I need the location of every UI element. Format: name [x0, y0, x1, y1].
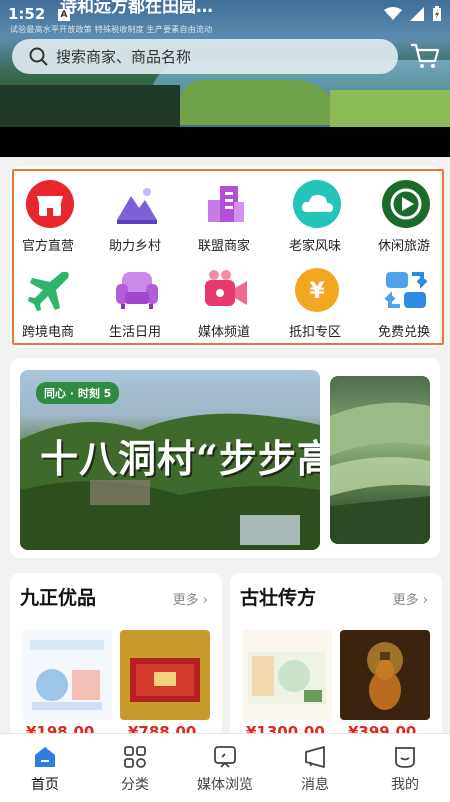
- tab-label: 媒体浏览: [197, 777, 253, 793]
- category-hometown[interactable]: 老家风味: [275, 172, 355, 254]
- product-image: [367, 642, 403, 710]
- tab-home[interactable]: 首页: [0, 734, 90, 802]
- product-thumb[interactable]: [120, 630, 210, 720]
- svg-text:¥: ¥: [309, 279, 325, 304]
- more-link[interactable]: 更多 ›: [393, 589, 428, 608]
- terrace-landscape: [330, 402, 430, 544]
- tab-category[interactable]: 分类: [90, 734, 180, 802]
- tab-label: 分类: [121, 777, 149, 793]
- category-label: 联盟商家: [197, 239, 250, 254]
- wifi-icon: [384, 7, 402, 20]
- home-icon: [35, 747, 55, 767]
- hero-field: [180, 80, 340, 125]
- yen-coin-icon: ¥: [295, 268, 339, 312]
- category-deduction[interactable]: ¥ 抵扣专区: [275, 258, 355, 340]
- banner-title: 十八洞村“步步高”: [40, 436, 320, 481]
- category-label: 助力乡村: [108, 239, 161, 254]
- section-jiuzheng: 九正优品 更多 › ¥198.00 ¥788.00: [10, 573, 222, 743]
- product-image: [130, 658, 200, 702]
- media-icon: [214, 746, 236, 768]
- notification-a-icon: A: [58, 9, 70, 21]
- signal-icon: [410, 7, 424, 21]
- category-daily[interactable]: 生活日用: [95, 258, 175, 340]
- more-link[interactable]: 更多 ›: [173, 589, 208, 608]
- search-placeholder: 搜索商家、商品名称: [56, 48, 192, 66]
- hero-bottom-strip: [0, 127, 450, 157]
- play-icon: [382, 180, 430, 228]
- category-crossborder[interactable]: 跨境电商: [8, 258, 88, 340]
- category-leisure[interactable]: 休闲旅游: [364, 172, 444, 254]
- banner-next-slide[interactable]: [330, 376, 430, 544]
- category-label: 生活日用: [108, 325, 161, 340]
- hero-title: 诗和远方都在田园…: [60, 0, 213, 17]
- product-thumb[interactable]: [242, 630, 332, 720]
- section-title: 古壮传方: [240, 587, 317, 609]
- category-label: 跨境电商: [21, 325, 74, 340]
- battery-icon: [433, 6, 441, 21]
- grid-icon: [124, 746, 146, 768]
- plane-icon: [28, 272, 69, 311]
- tab-label: 首页: [31, 777, 59, 793]
- category-official[interactable]: 官方直营: [8, 172, 88, 254]
- section-title: 九正优品: [20, 587, 97, 609]
- status-icons: [384, 6, 442, 22]
- buildings-icon: [208, 186, 244, 222]
- product-thumb[interactable]: [340, 630, 430, 720]
- search-icon: [29, 47, 48, 66]
- sofa-icon: [116, 272, 158, 309]
- profile-icon: [395, 747, 415, 768]
- product-thumb[interactable]: [22, 630, 112, 720]
- mountain-icon: [117, 188, 157, 224]
- cloud-icon: [293, 180, 341, 228]
- category-label: 休闲旅游: [377, 239, 430, 254]
- search-bar[interactable]: 搜索商家、商品名称: [12, 39, 398, 74]
- exchange-icon: [384, 272, 428, 308]
- banner-tag: 同心 · 时刻 5: [36, 382, 120, 404]
- category-exchange[interactable]: 免费兑换: [364, 258, 444, 340]
- hero-field-2: [330, 90, 450, 127]
- tab-label: 我的: [391, 777, 419, 793]
- category-label: 老家风味: [288, 239, 341, 254]
- product-image: [30, 640, 104, 710]
- category-label: 免费兑换: [377, 325, 430, 340]
- tab-profile[interactable]: 我的: [360, 734, 450, 802]
- tab-label: 消息: [301, 777, 329, 793]
- tab-messages[interactable]: 消息: [270, 734, 360, 802]
- product-image: [248, 652, 326, 704]
- bottom-tab-bar: 首页 分类 媒体浏览 消息 我的: [0, 733, 450, 802]
- category-label: 抵扣专区: [288, 325, 341, 340]
- status-time: 1:52: [8, 5, 46, 23]
- store-icon: [26, 180, 74, 228]
- category-village[interactable]: 助力乡村: [95, 172, 175, 254]
- tab-media[interactable]: 媒体浏览: [180, 734, 270, 802]
- category-alliance[interactable]: 联盟商家: [184, 172, 264, 254]
- category-label: 媒体频道: [197, 325, 250, 340]
- camera-icon: [205, 270, 247, 306]
- category-label: 官方直营: [21, 239, 74, 254]
- section-guzhuang: 古壮传方 更多 › ¥1300.00 ¥399.00: [230, 573, 442, 743]
- hero-shadow: [0, 85, 180, 127]
- hero-subtitle: 试验最高水平开放政策 特殊税收制度 生产要素自由流动: [10, 25, 213, 34]
- cart-icon[interactable]: [409, 40, 441, 72]
- message-icon: [305, 746, 325, 768]
- category-media[interactable]: 媒体频道: [184, 258, 264, 340]
- banner-main-slide[interactable]: 同心 · 时刻 5 十八洞村“步步高”: [20, 370, 320, 550]
